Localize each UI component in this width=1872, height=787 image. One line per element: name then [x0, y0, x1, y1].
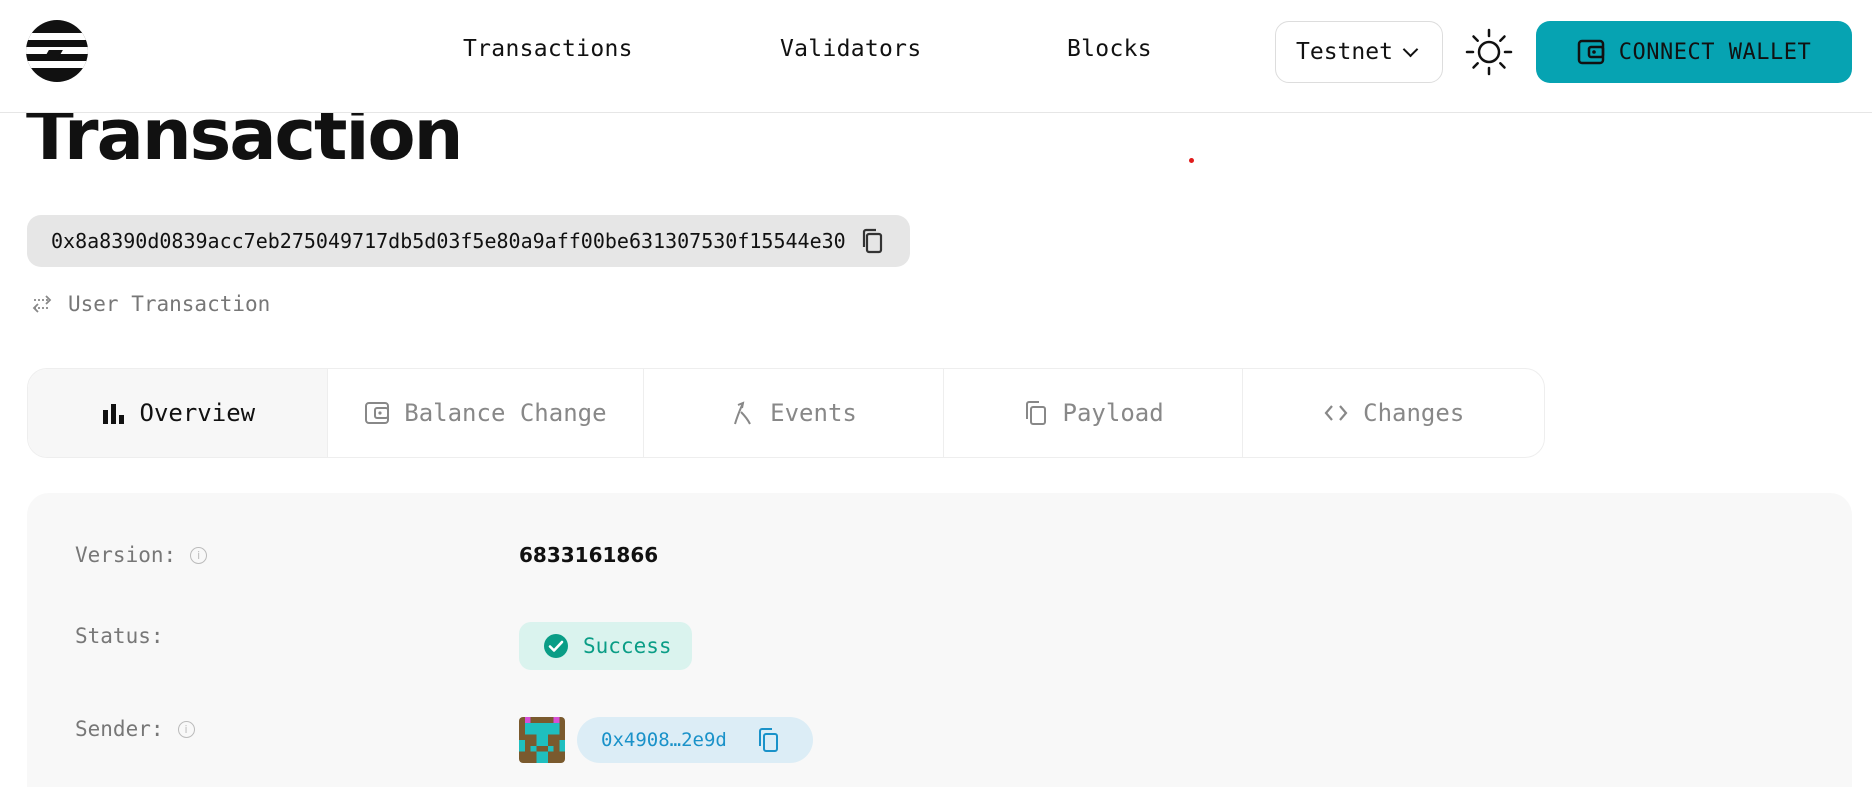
tab-changes-label: Changes: [1363, 399, 1465, 427]
tab-events-label: Events: [770, 399, 857, 427]
tab-overview[interactable]: Overview: [28, 369, 328, 457]
connect-wallet-label: CONNECT WALLET: [1618, 39, 1812, 65]
sender-label: Sender: i: [75, 717, 195, 741]
tab-overview-label: Overview: [139, 399, 256, 427]
tab-balance-change-label: Balance Change: [404, 399, 607, 427]
info-icon[interactable]: i: [190, 546, 208, 564]
wallet-icon: [365, 402, 390, 424]
nav-blocks[interactable]: Blocks: [1067, 36, 1152, 62]
nav-transactions[interactable]: Transactions: [463, 36, 633, 62]
sun-icon[interactable]: [1465, 28, 1513, 76]
version-value: 6833161866: [519, 543, 659, 567]
sender-address-value: 0x4908…2e9d: [601, 729, 727, 751]
chevron-down-icon: [1402, 41, 1419, 57]
transaction-type-label: User Transaction: [68, 292, 271, 316]
tab-events[interactable]: Events: [644, 369, 944, 457]
sender-label-text: Sender:: [75, 717, 164, 741]
tab-changes[interactable]: Changes: [1243, 369, 1544, 457]
status-value: Success: [583, 634, 672, 658]
copy-icon[interactable]: [757, 727, 781, 753]
version-label-text: Version:: [75, 543, 177, 567]
version-label: Version: i: [75, 543, 208, 567]
wallet-icon: [1577, 39, 1605, 65]
code-icon: [1324, 405, 1348, 421]
aptos-logo-icon[interactable]: [26, 20, 88, 82]
tab-balance-change[interactable]: Balance Change: [328, 369, 645, 457]
transaction-hash: 0x8a8390d0839acc7eb275049717db5d03f5e80a…: [27, 215, 910, 267]
top-header: Transactions Validators Blocks Testnet C…: [0, 0, 1872, 113]
copy-icon[interactable]: [860, 227, 886, 255]
copy-icon: [1025, 401, 1046, 425]
transaction-hash-value: 0x8a8390d0839acc7eb275049717db5d03f5e80a…: [51, 229, 846, 253]
info-icon[interactable]: i: [177, 720, 195, 738]
bar-chart-icon: [102, 404, 124, 424]
sender-avatar: [519, 717, 565, 763]
status-badge: Success: [519, 622, 692, 670]
nav-validators[interactable]: Validators: [780, 36, 921, 62]
overview-panel: Version: i 6833161866 Status: Success Se…: [27, 493, 1852, 787]
transfer-arrows-icon: [32, 295, 52, 313]
network-select[interactable]: Testnet: [1275, 21, 1443, 83]
check-circle-icon: [544, 634, 568, 658]
tab-payload[interactable]: Payload: [944, 369, 1244, 457]
transaction-type: User Transaction: [30, 292, 270, 316]
network-select-value: Testnet: [1296, 39, 1393, 65]
status-label-text: Status:: [75, 624, 164, 648]
red-dot-marker: [1189, 158, 1194, 163]
status-label: Status:: [75, 624, 164, 648]
tab-payload-label: Payload: [1062, 399, 1164, 427]
connect-wallet-button[interactable]: CONNECT WALLET: [1536, 21, 1852, 83]
merge-icon: [734, 401, 752, 425]
sender-address[interactable]: 0x4908…2e9d: [577, 717, 813, 763]
transaction-tabs: Overview Balance Change Events Payload C…: [27, 368, 1545, 458]
